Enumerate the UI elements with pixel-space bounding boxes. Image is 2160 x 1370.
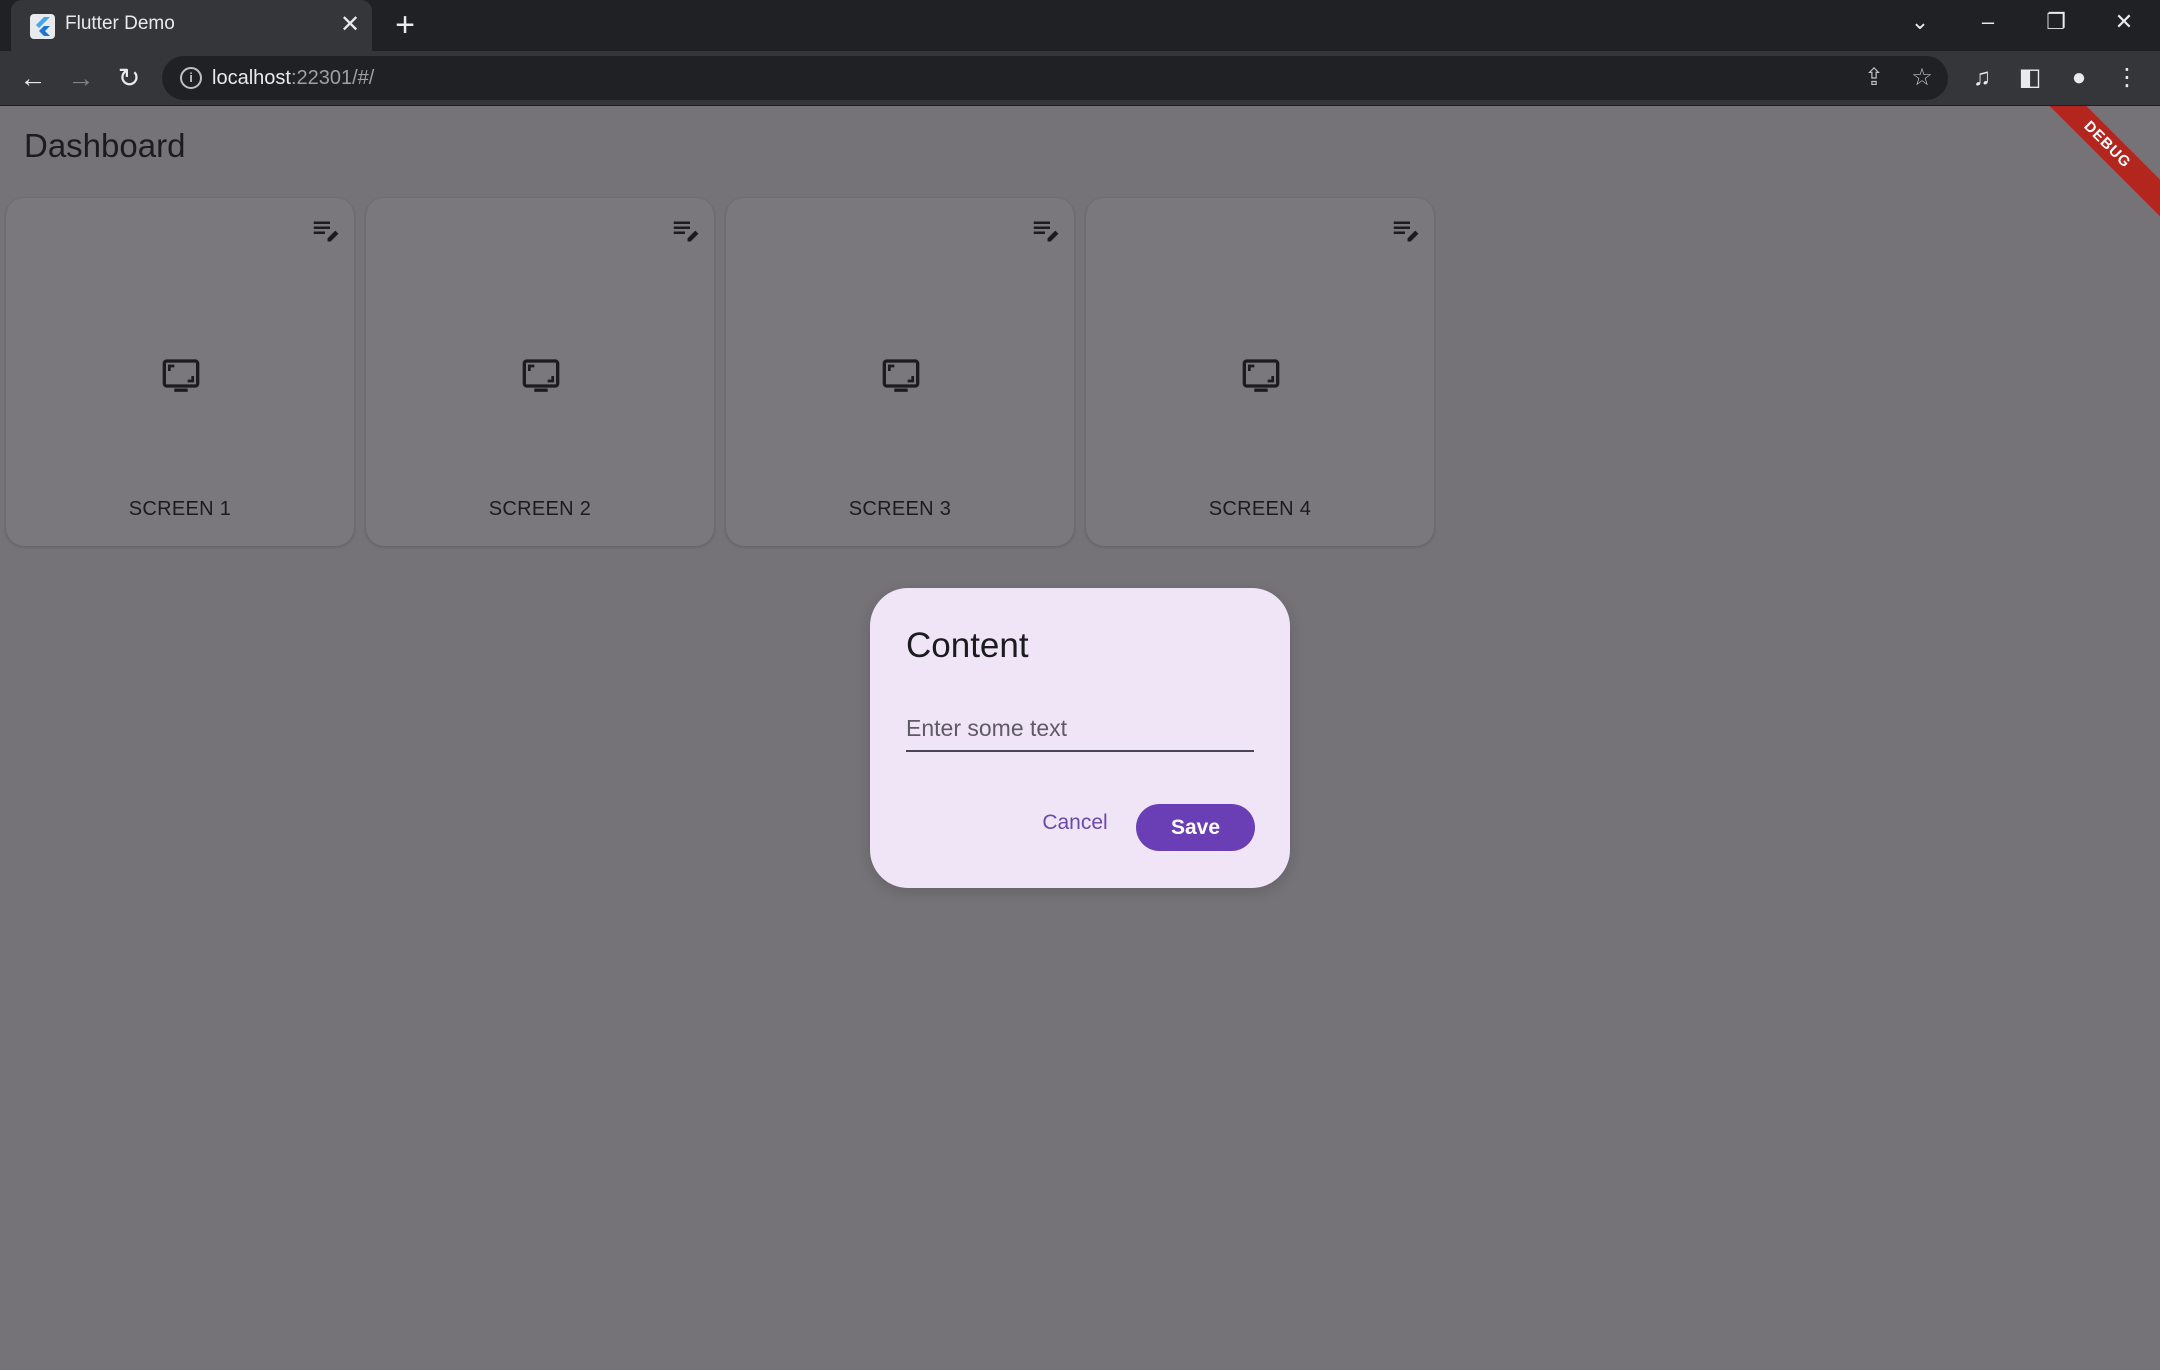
edit-note-icon[interactable] xyxy=(670,214,700,244)
tab-close-icon[interactable]: ✕ xyxy=(336,11,364,39)
screen-card-4[interactable]: SCREEN 4 xyxy=(1086,198,1434,546)
side-panel-icon[interactable]: ◧ xyxy=(2013,61,2047,95)
card-label: SCREEN 3 xyxy=(848,498,952,520)
dialog-title: Content xyxy=(906,626,1029,665)
minimize-icon[interactable]: – xyxy=(1954,0,2022,44)
close-window-icon[interactable]: ✕ xyxy=(2090,0,2158,44)
reload-icon[interactable]: ↻ xyxy=(112,61,146,95)
forward-icon[interactable]: → xyxy=(64,61,98,95)
url-path: :22301/#/ xyxy=(290,67,375,89)
content-text-input[interactable] xyxy=(906,706,1254,752)
screen-card-3[interactable]: SCREEN 3 xyxy=(726,198,1074,546)
screen-icon xyxy=(1242,359,1280,392)
url-text[interactable]: localhost:22301/#/ xyxy=(212,67,374,90)
edit-note-icon[interactable] xyxy=(310,214,340,244)
media-control-icon[interactable]: ♫ xyxy=(1965,61,1999,95)
restore-icon[interactable]: ❐ xyxy=(2022,0,2090,44)
save-button[interactable]: Save xyxy=(1136,804,1255,851)
page-title: Dashboard xyxy=(24,127,186,164)
screen-icon xyxy=(882,359,920,392)
edit-note-icon[interactable] xyxy=(1030,214,1060,244)
url-host: localhost xyxy=(212,67,291,89)
new-tab-icon[interactable]: + xyxy=(388,8,422,42)
edit-note-icon[interactable] xyxy=(1390,214,1420,244)
card-label: SCREEN 2 xyxy=(488,498,592,520)
back-icon[interactable]: ← xyxy=(16,61,50,95)
tab-search-icon[interactable]: ⌄ xyxy=(1886,0,1954,44)
share-icon[interactable]: ⇪ xyxy=(1859,63,1889,93)
profile-icon[interactable]: ● xyxy=(2062,61,2096,95)
card-label: SCREEN 1 xyxy=(128,498,232,520)
card-label: SCREEN 4 xyxy=(1208,498,1312,520)
screen-icon xyxy=(522,359,560,392)
content-dialog: Content Cancel Save xyxy=(870,588,1290,888)
screen-card-2[interactable]: SCREEN 2 xyxy=(366,198,714,546)
bookmark-star-icon[interactable]: ☆ xyxy=(1907,63,1937,93)
browser-toolbar: ← → ↻ i localhost:22301/#/ ⇪ ☆ ♫ ◧ ● ⋮ xyxy=(0,51,2160,106)
browser-tabstrip: Flutter Demo ✕ + ⌄ – ❐ ✕ xyxy=(0,0,2160,51)
browser-tab[interactable]: Flutter Demo ✕ xyxy=(11,0,372,51)
screen-card-1[interactable]: SCREEN 1 xyxy=(6,198,354,546)
screen-icon xyxy=(162,359,200,392)
tab-title: Flutter Demo xyxy=(65,13,175,34)
site-info-icon[interactable]: i xyxy=(180,67,202,89)
menu-kebab-icon[interactable]: ⋮ xyxy=(2110,61,2144,95)
cancel-button[interactable]: Cancel xyxy=(1030,800,1120,846)
address-bar[interactable]: i localhost:22301/#/ ⇪ ☆ xyxy=(162,56,1948,100)
debug-banner: DEBUG xyxy=(2023,106,2160,229)
flutter-logo-icon xyxy=(30,14,55,39)
